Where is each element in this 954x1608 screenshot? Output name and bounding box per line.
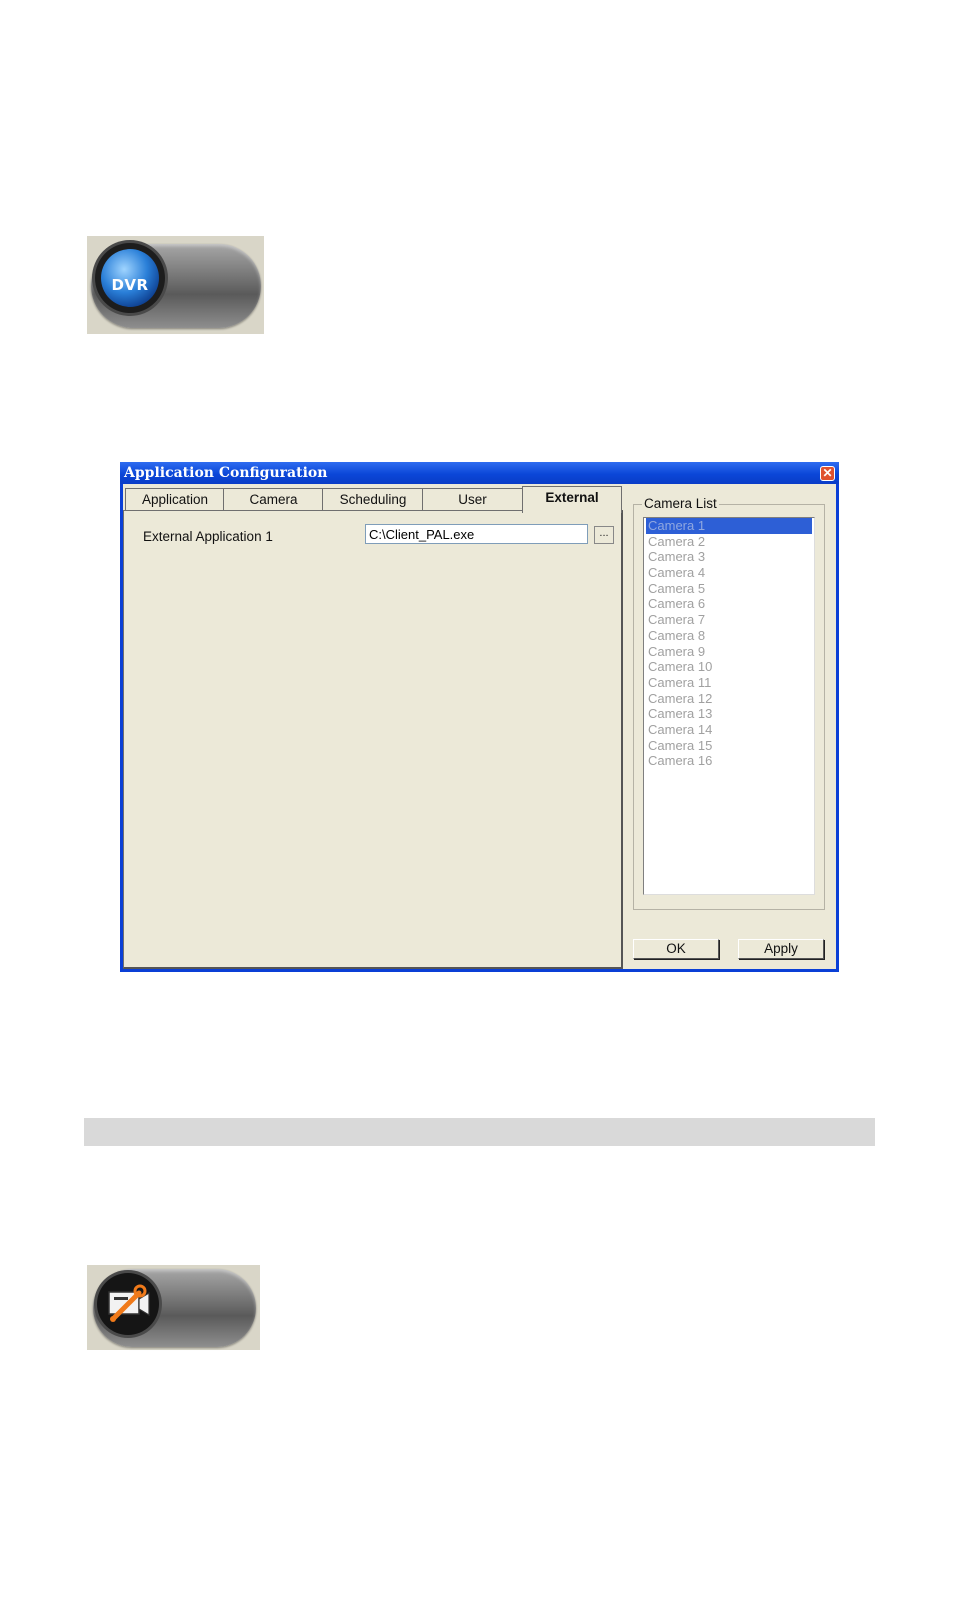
camera-list-item[interactable]: Camera 9 bbox=[644, 644, 814, 660]
external-tab-panel: External Application 1 ... bbox=[123, 510, 623, 969]
external-application-path-input[interactable] bbox=[365, 524, 588, 544]
application-configuration-dialog: Application Configuration ✕ Application … bbox=[120, 462, 839, 972]
camera-list-item[interactable]: Camera 15 bbox=[644, 738, 814, 754]
tab-bar: Application Camera Scheduling User Exter… bbox=[123, 486, 623, 513]
camera-list-group: Camera List Camera 1 Camera 2 Camera 3 Came… bbox=[633, 496, 825, 910]
camera-settings-icon bbox=[97, 1273, 159, 1335]
camera-settings-button-image[interactable] bbox=[87, 1265, 260, 1350]
ok-button[interactable]: OK bbox=[633, 939, 719, 959]
title-bar: Application Configuration ✕ bbox=[120, 462, 839, 484]
external-application-label: External Application 1 bbox=[143, 529, 273, 544]
camera-list-item[interactable]: Camera 8 bbox=[644, 628, 814, 644]
camera-list-title: Camera List bbox=[642, 496, 719, 511]
dvr-globe-icon: DVR bbox=[95, 243, 165, 313]
camera-listbox[interactable]: Camera 1 Camera 2 Camera 3 Camera 4 Camera 5… bbox=[643, 517, 815, 895]
apply-button[interactable]: Apply bbox=[738, 939, 824, 959]
camera-list-item[interactable]: Camera 14 bbox=[644, 722, 814, 738]
tab-application[interactable]: Application bbox=[125, 488, 225, 510]
browse-button[interactable]: ... bbox=[594, 526, 614, 544]
camera-list-item[interactable]: Camera 12 bbox=[644, 691, 814, 707]
dvr-label: DVR bbox=[111, 276, 149, 294]
dvr-button-image[interactable]: DVR bbox=[87, 236, 264, 334]
section-divider-bar bbox=[84, 1118, 875, 1146]
camera-list-item[interactable]: Camera 3 bbox=[644, 549, 814, 565]
close-icon[interactable]: ✕ bbox=[820, 466, 835, 481]
camera-list-item[interactable]: Camera 5 bbox=[644, 581, 814, 597]
camera-list-item[interactable]: Camera 1 bbox=[646, 518, 812, 534]
dialog-title: Application Configuration bbox=[124, 465, 328, 481]
camera-list-item[interactable]: Camera 2 bbox=[644, 534, 814, 550]
tab-camera[interactable]: Camera bbox=[223, 488, 324, 510]
tab-user[interactable]: User bbox=[422, 488, 523, 510]
dialog-client-area: Application Camera Scheduling User Exter… bbox=[123, 484, 836, 969]
camera-list-item[interactable]: Camera 10 bbox=[644, 659, 814, 675]
camera-list-item[interactable]: Camera 7 bbox=[644, 612, 814, 628]
camera-list-item[interactable]: Camera 11 bbox=[644, 675, 814, 691]
camera-list-item[interactable]: Camera 4 bbox=[644, 565, 814, 581]
camera-list-item[interactable]: Camera 13 bbox=[644, 706, 814, 722]
camera-list-item[interactable]: Camera 16 bbox=[644, 753, 814, 769]
camera-list-item[interactable]: Camera 6 bbox=[644, 596, 814, 612]
tab-scheduling[interactable]: Scheduling bbox=[322, 488, 424, 510]
tab-external[interactable]: External bbox=[522, 486, 622, 513]
